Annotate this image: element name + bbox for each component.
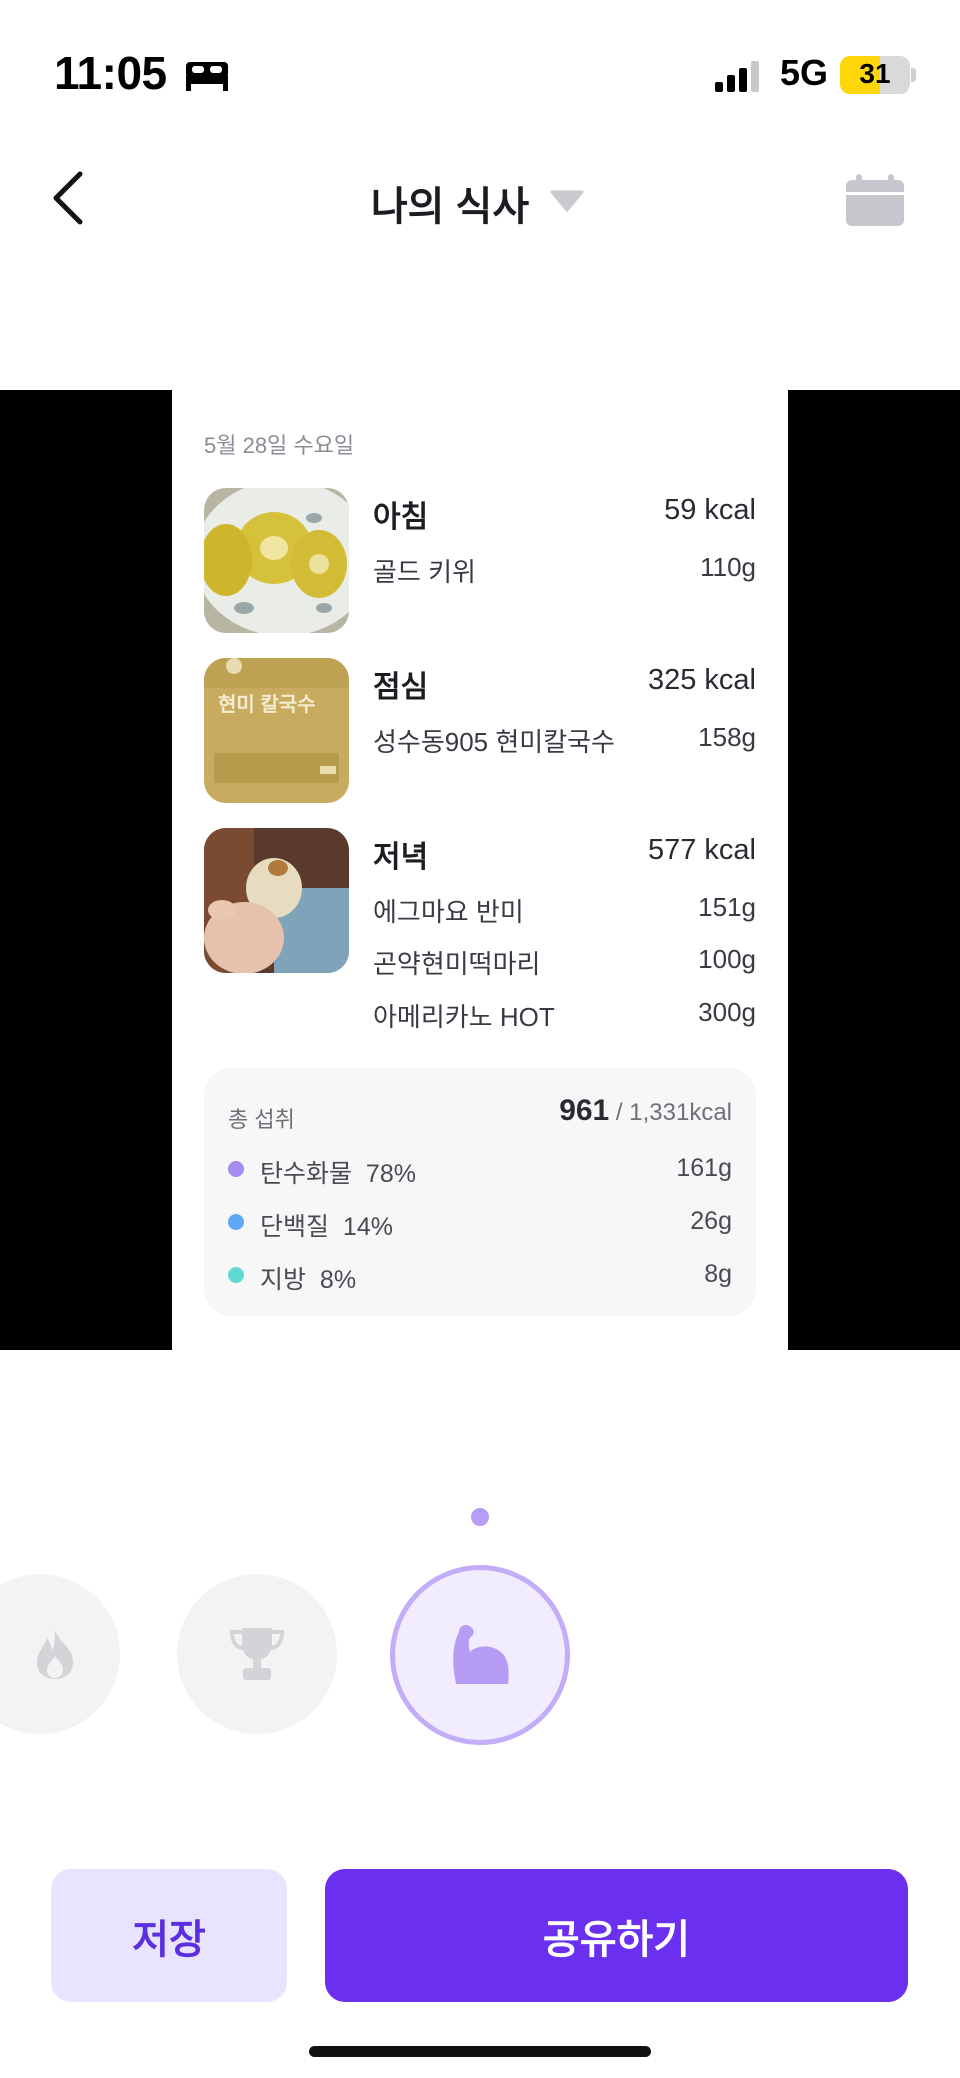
lunch-package-label: 현미 칼국수 [218, 694, 316, 716]
macro-grams: 161g [676, 1154, 732, 1182]
meal-title-dinner: 저녁 [373, 841, 429, 874]
food-item-name: 에그마요 반미 [373, 897, 524, 927]
meal-kcal-lunch: 325 kcal [647, 664, 756, 696]
trophy-icon [230, 1628, 284, 1680]
sticker-trophy[interactable] [177, 1574, 337, 1734]
page-title-text: 나의 식사 [370, 185, 530, 229]
sleep-focus-icon [186, 62, 228, 91]
macro-grams: 8g [704, 1260, 732, 1288]
macro-percent: 8% [319, 1266, 357, 1294]
meal-kcal-breakfast: 59 kcal [664, 494, 756, 526]
macro-grams: 26g [690, 1207, 732, 1235]
goal-kcal: / 1,331kcal [615, 1099, 732, 1126]
muscle-icon [453, 1625, 509, 1684]
page-title[interactable]: 나의 식사 [0, 174, 960, 232]
macro-carbs: 탄수화물 78% [260, 1154, 416, 1190]
food-item-grams: 151g [698, 892, 756, 922]
lunch-photo: 현미 칼국수 [204, 658, 349, 803]
total-intake-value: 961 / 1,331kcal [432, 1094, 732, 1128]
card-date: 5월 28일 수요일 [204, 433, 355, 458]
food-item-name: 성수동905 현미칼국수 [373, 727, 615, 757]
total-intake-label: 총 섭취 [228, 1107, 295, 1132]
food-item-name: 곤약현미떡마리 [373, 949, 541, 979]
sticker-flame[interactable] [0, 1574, 120, 1734]
macro-name: 지방 [260, 1266, 307, 1294]
status-time: 11:05 [54, 47, 167, 99]
macro-name: 단백질 [260, 1213, 330, 1241]
macro-protein: 단백질 14% [260, 1207, 393, 1243]
macro-percent: 78% [365, 1160, 416, 1188]
meal-kcal-dinner: 577 kcal [647, 834, 756, 866]
total-kcal: 961 [559, 1094, 610, 1127]
macro-percent: 14% [342, 1213, 393, 1241]
food-item-grams: 110g [700, 552, 756, 582]
save-button[interactable]: 저장 [51, 1869, 287, 2002]
breakfast-photo [204, 488, 349, 633]
macro-name: 탄수화물 [260, 1160, 353, 1188]
cellular-signal-icon [715, 61, 759, 92]
network-type: 5G [780, 52, 829, 93]
dropdown-caret-icon[interactable] [550, 190, 584, 212]
intake-summary: 총 섭취 961 / 1,331kcal 탄수화물 78% 161g 단백질 1… [204, 1068, 756, 1316]
carbs-dot [228, 1161, 244, 1177]
macro-fat: 지방 8% [260, 1260, 356, 1296]
battery-tip [911, 68, 916, 82]
dinner-photo [204, 828, 349, 973]
calendar-icon[interactable] [846, 174, 904, 226]
meal-title-breakfast: 아침 [373, 501, 429, 534]
sticker-muscle-selected[interactable] [390, 1565, 570, 1745]
battery-level: 31 [859, 58, 891, 89]
food-item-grams: 100g [698, 944, 756, 974]
protein-dot [228, 1214, 244, 1230]
home-indicator [309, 2046, 651, 2057]
food-item-name: 골드 키위 [373, 557, 476, 587]
share-button[interactable]: 공유하기 [325, 1869, 908, 2002]
food-item-grams: 158g [698, 722, 756, 752]
fat-dot [228, 1267, 244, 1283]
food-item-name: 아메리카노 HOT [373, 1002, 555, 1032]
flame-icon [37, 1630, 73, 1679]
meal-title-lunch: 점심 [373, 671, 429, 704]
food-item-grams: 300g [698, 997, 756, 1027]
selection-indicator-dot [471, 1508, 489, 1526]
battery-icon: 31 [840, 56, 910, 94]
